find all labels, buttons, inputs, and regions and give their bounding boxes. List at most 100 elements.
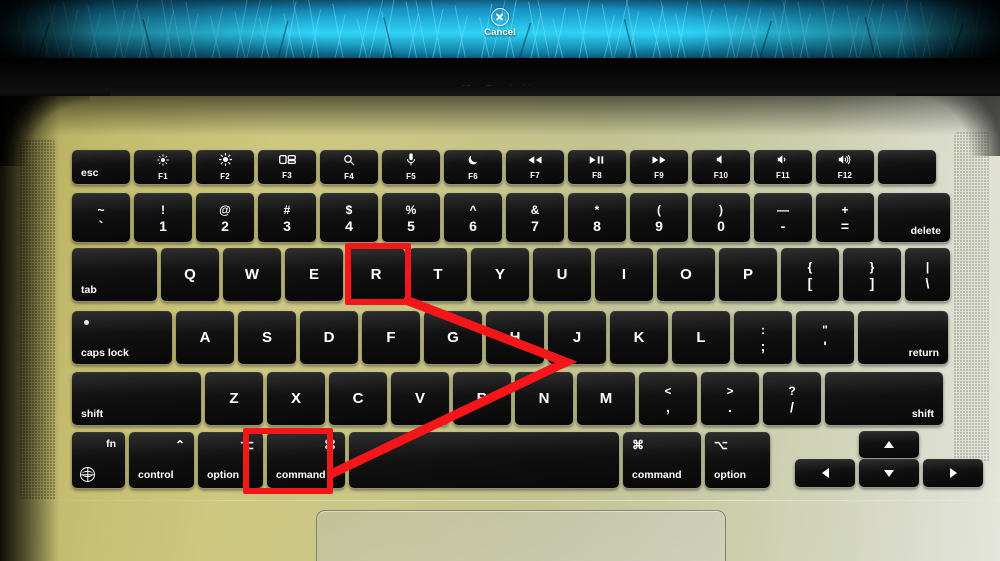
rewind-icon — [527, 155, 543, 168]
key-c[interactable]: C — [329, 372, 387, 425]
key-2[interactable]: @ 2 — [196, 193, 254, 242]
key-f5-dictation[interactable]: F5 — [382, 150, 440, 184]
key-fn[interactable]: fn — [72, 432, 125, 488]
key-v[interactable]: V — [391, 372, 449, 425]
key-a[interactable]: A — [176, 311, 234, 364]
key-f3-mission-control[interactable]: F3 — [258, 150, 316, 184]
key-f2-brightness-up[interactable]: F2 — [196, 150, 254, 184]
key-8[interactable]: * 8 — [568, 193, 626, 242]
key-return[interactable]: return — [858, 311, 948, 364]
key-y[interactable]: Y — [471, 248, 529, 301]
option-alt-icon: ⌥ — [714, 438, 728, 452]
arrow-down-icon — [884, 469, 894, 477]
keyboard-row-zxcv: shift Z X C V B N M < , > . ? / shift — [72, 372, 943, 425]
key-n[interactable]: N — [515, 372, 573, 425]
key-shift-left[interactable]: shift — [72, 372, 201, 425]
key-backslash[interactable]: | \ — [905, 248, 950, 301]
key-q[interactable]: Q — [161, 248, 219, 301]
key-command-right[interactable]: ⌘ command — [623, 432, 701, 488]
key-slash[interactable]: ? / — [763, 372, 821, 425]
key-arrow-up[interactable] — [859, 431, 919, 458]
key-5[interactable]: % 5 — [382, 193, 440, 242]
key-m[interactable]: M — [577, 372, 635, 425]
key-9[interactable]: ( 9 — [630, 193, 688, 242]
caps-lock-led-icon — [84, 320, 89, 325]
key-period[interactable]: > . — [701, 372, 759, 425]
key-d[interactable]: D — [300, 311, 358, 364]
key-j[interactable]: J — [548, 311, 606, 364]
key-backtick[interactable]: ~ ` — [72, 193, 130, 242]
key-k[interactable]: K — [610, 311, 668, 364]
keyboard-row-function: esc F1 F2 F3 F4 F5 F6 F7 F8 F9 F10 F11 F… — [72, 150, 936, 184]
key-s[interactable]: S — [238, 311, 296, 364]
key-1[interactable]: ! 1 — [134, 193, 192, 242]
key-u[interactable]: U — [533, 248, 591, 301]
key-comma[interactable]: < , — [639, 372, 697, 425]
key-option-right[interactable]: ⌥ option — [705, 432, 770, 488]
key-equal[interactable]: + = — [816, 193, 874, 242]
keyboard-row-number: ~ ` ! 1 @ 2 # 3 $ 4 % 5 ^ 6 & 7 * 8 (9 … — [72, 193, 950, 242]
brightness-high-icon — [218, 152, 232, 169]
key-6[interactable]: ^ 6 — [444, 193, 502, 242]
key-f[interactable]: F — [362, 311, 420, 364]
mute-icon — [716, 154, 727, 168]
key-f12-volume-up[interactable]: F12 — [816, 150, 874, 184]
key-quote[interactable]: " ' — [796, 311, 854, 364]
globe-icon — [80, 467, 95, 482]
key-t[interactable]: T — [409, 248, 467, 301]
key-x[interactable]: X — [267, 372, 325, 425]
key-p[interactable]: P — [719, 248, 777, 301]
key-l[interactable]: L — [672, 311, 730, 364]
key-command-left[interactable]: ⌘ command — [267, 432, 345, 488]
key-r[interactable]: R — [347, 248, 405, 301]
fast-forward-icon — [651, 155, 667, 168]
key-delete[interactable]: delete — [878, 193, 950, 242]
key-semicolon[interactable]: : ; — [734, 311, 792, 364]
control-caret-icon: ⌃ — [174, 438, 185, 452]
key-i[interactable]: I — [595, 248, 653, 301]
key-f10-mute[interactable]: F10 — [692, 150, 750, 184]
option-alt-icon: ⌥ — [240, 438, 254, 452]
key-bracket-left[interactable]: { [ — [781, 248, 839, 301]
key-shift-right[interactable]: shift — [825, 372, 943, 425]
key-4[interactable]: $ 4 — [320, 193, 378, 242]
keyboard-row-modifier: fn ⌃ control ⌥ option ⌘ command ⌘ comman… — [72, 432, 770, 488]
key-0[interactable]: ) 0 — [692, 193, 750, 242]
key-o[interactable]: O — [657, 248, 715, 301]
keyboard-row-home: caps lock A S D F G H J K L: ; " ' retu… — [72, 311, 948, 364]
key-b[interactable]: B — [453, 372, 511, 425]
close-circle-icon[interactable] — [490, 8, 509, 26]
key-f4-spotlight[interactable]: F4 — [320, 150, 378, 184]
key-bracket-right[interactable]: } ] — [843, 248, 901, 301]
mission-control-icon — [278, 154, 296, 168]
key-minus[interactable]: — - — [754, 193, 812, 242]
key-power-touchid[interactable] — [878, 150, 936, 184]
key-e[interactable]: E — [285, 248, 343, 301]
key-arrow-left[interactable] — [795, 459, 855, 487]
key-arrow-right[interactable] — [923, 459, 983, 487]
key-arrow-down[interactable] — [859, 459, 919, 487]
key-f11-volume-down[interactable]: F11 — [754, 150, 812, 184]
key-7[interactable]: & 7 — [506, 193, 564, 242]
key-control[interactable]: ⌃ control — [129, 432, 194, 488]
key-3[interactable]: # 3 — [258, 193, 316, 242]
volume-up-icon — [838, 154, 853, 168]
arrow-right-icon — [949, 468, 957, 478]
key-f7-rewind[interactable]: F7 — [506, 150, 564, 184]
key-space[interactable] — [349, 432, 619, 488]
key-tab[interactable]: tab — [72, 248, 157, 301]
cancel-button[interactable]: Cancel — [484, 8, 516, 39]
key-option-left[interactable]: ⌥ option — [198, 432, 263, 488]
key-g[interactable]: G — [424, 311, 482, 364]
key-z[interactable]: Z — [205, 372, 263, 425]
key-f8-play-pause[interactable]: F8 — [568, 150, 626, 184]
key-caps-lock[interactable]: caps lock — [72, 311, 172, 364]
key-w[interactable]: W — [223, 248, 281, 301]
key-f9-fast-forward[interactable]: F9 — [630, 150, 688, 184]
command-icon: ⌘ — [324, 438, 336, 452]
cancel-label: Cancel — [484, 27, 516, 38]
key-f6-do-not-disturb[interactable]: F6 — [444, 150, 502, 184]
key-f1-brightness-down[interactable]: F1 — [134, 150, 192, 184]
key-h[interactable]: H — [486, 311, 544, 364]
key-esc[interactable]: esc — [72, 150, 130, 184]
